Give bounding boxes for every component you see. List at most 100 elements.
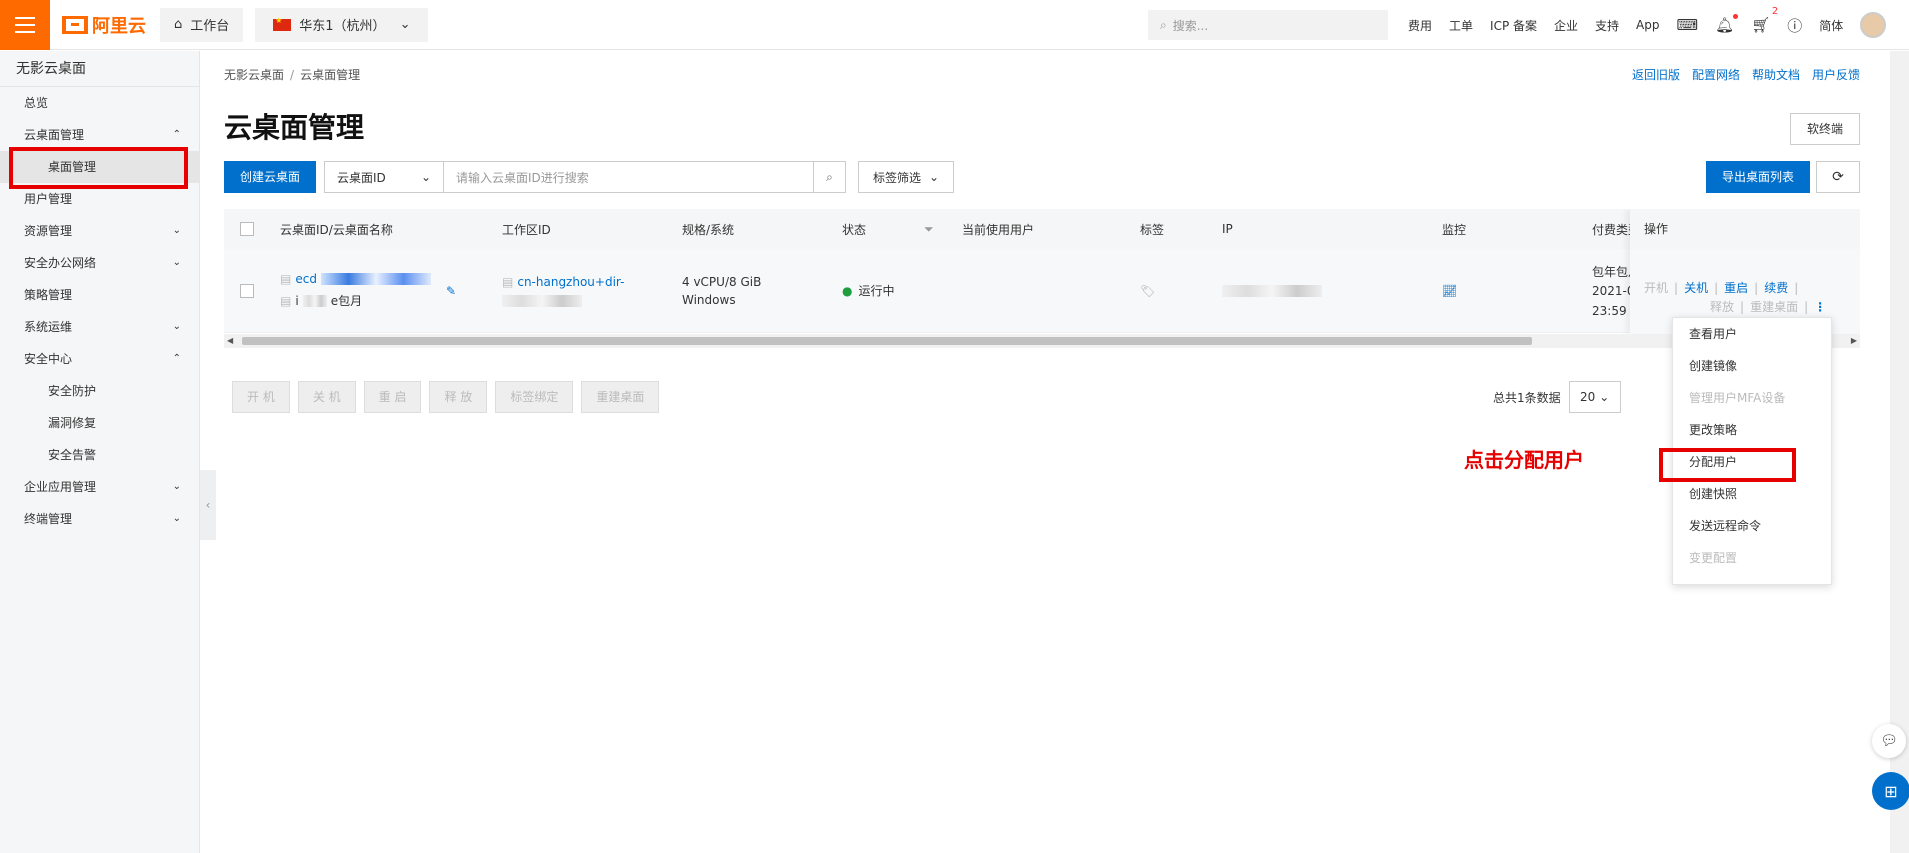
nav-link-app[interactable]: App xyxy=(1636,18,1659,32)
sidebar-collapse-handle[interactable]: ‹ xyxy=(200,470,216,540)
sidebar-item-label: 企业应用管理 xyxy=(24,480,97,494)
tag-filter-button[interactable]: 标签筛选 ⌄ xyxy=(858,161,955,193)
cart-icon[interactable]: 🛒︎ 2 xyxy=(1751,6,1778,34)
search-field-select[interactable]: 云桌面ID ⌄ xyxy=(324,161,445,193)
link-config-network[interactable]: 配置网络 xyxy=(1692,66,1740,83)
nav-link-icp[interactable]: ICP 备案 xyxy=(1490,17,1537,34)
scroll-right-icon[interactable]: ▶ xyxy=(1851,334,1857,348)
menu-item-change-policy[interactable]: 更改策略 xyxy=(1673,414,1831,446)
sidebar-item-security[interactable]: 安全中心 ⌃ xyxy=(0,343,199,375)
sidebar-item-alerts[interactable]: 安全告警 xyxy=(0,439,199,471)
desktop-name-prefix: i xyxy=(295,293,299,308)
chevron-down-icon: ⌄ xyxy=(172,481,181,492)
menu-item-change-config[interactable]: 变更配置 xyxy=(1673,542,1831,574)
billing-date: 2021-0 xyxy=(1592,283,1635,298)
notification-dot xyxy=(1733,14,1739,19)
workspace-link[interactable]: cn-hangzhou+dir- xyxy=(517,275,624,289)
chat-icon[interactable]: 💬︎ xyxy=(1872,724,1906,758)
more-actions-icon[interactable]: ⋮ xyxy=(1814,300,1826,314)
bulk-stop-button[interactable]: 关 机 xyxy=(297,381,356,413)
apps-grid-icon[interactable]: ⊞ xyxy=(1872,772,1909,810)
bulk-tag-button[interactable]: 标签绑定 xyxy=(495,381,574,413)
sidebar-item-policy[interactable]: 策略管理 xyxy=(0,279,199,311)
scroll-left-icon[interactable]: ◀ xyxy=(227,334,233,348)
renew-link[interactable]: 续费 xyxy=(1764,279,1788,296)
menu-item-mfa[interactable]: 管理用户MFA设备 xyxy=(1673,382,1831,414)
sidebar-item-vuln[interactable]: 漏洞修复 xyxy=(0,407,199,439)
desktop-id-link[interactable]: ecd xyxy=(295,272,317,286)
cart-badge: 2 xyxy=(1771,6,1779,17)
sidebar-item-network[interactable]: 安全办公网络 ⌄ xyxy=(0,247,199,279)
bulk-release-button[interactable]: 释 放 xyxy=(429,381,488,413)
page-size-value: 20 xyxy=(1579,390,1596,404)
nav-link-enterprise[interactable]: 企业 xyxy=(1554,17,1578,34)
export-desktop-list-button[interactable]: 导出桌面列表 xyxy=(1705,161,1810,193)
search-icon: ⌕ xyxy=(1160,17,1167,32)
terminal-icon[interactable]: ⌨ xyxy=(1677,16,1699,34)
nav-link-ticket[interactable]: 工单 xyxy=(1449,17,1473,34)
sidebar-item-protection[interactable]: 安全防护 xyxy=(0,375,199,407)
menu-item-create-snapshot[interactable]: 创建快照 xyxy=(1673,478,1831,510)
redacted-id xyxy=(320,273,431,285)
tag-icon[interactable]: 🏷︎ xyxy=(1140,249,1155,332)
nav-link-support[interactable]: 支持 xyxy=(1595,17,1619,34)
row-checkbox[interactable] xyxy=(240,249,254,332)
avatar[interactable] xyxy=(1860,12,1887,38)
sidebar-item-label: 云桌面管理 xyxy=(24,128,85,142)
stop-link[interactable]: 关机 xyxy=(1684,279,1708,296)
reboot-link[interactable]: 重启 xyxy=(1724,279,1748,296)
table-horizontal-scrollbar[interactable]: ◀ ▶ xyxy=(224,334,1860,348)
desktop-search-input[interactable]: 请输入云桌面ID进行搜索 xyxy=(444,161,815,193)
copy-icon[interactable]: ▤ xyxy=(280,272,291,286)
select-all-checkbox[interactable] xyxy=(240,209,254,249)
region-selector[interactable]: 华东1（杭州） ⌄ xyxy=(255,7,429,42)
menu-item-view-users[interactable]: 查看用户 xyxy=(1673,318,1831,350)
col-header-workspace: 工作区ID xyxy=(502,222,551,237)
sidebar-item-label: 安全防护 xyxy=(48,384,97,398)
refresh-icon[interactable]: ⟳ xyxy=(1816,161,1860,193)
sidebar-item-label: 终端管理 xyxy=(24,512,73,526)
copy-icon[interactable]: ▤ xyxy=(280,294,291,308)
search-button[interactable]: ⌕ xyxy=(814,161,847,193)
sidebar-item-terminals[interactable]: 终端管理 ⌄ xyxy=(0,503,199,535)
bulk-start-button[interactable]: 开 机 xyxy=(232,381,290,413)
start-link[interactable]: 开机 xyxy=(1644,279,1668,296)
bulk-rebuild-button[interactable]: 重建桌面 xyxy=(581,381,660,413)
link-help-docs[interactable]: 帮助文档 xyxy=(1752,66,1800,83)
monitor-chart-icon[interactable]: 📈︎ xyxy=(1442,249,1457,332)
hamburger-menu-icon[interactable] xyxy=(0,0,50,50)
chevron-down-icon: ⌄ xyxy=(399,17,411,32)
sidebar-item-apps[interactable]: 企业应用管理 ⌄ xyxy=(0,471,199,503)
menu-item-create-image[interactable]: 创建镜像 xyxy=(1673,350,1831,382)
highlight-box-assign-user xyxy=(1659,448,1796,482)
global-search-input[interactable]: ⌕ 搜索... xyxy=(1148,10,1388,40)
edit-icon[interactable]: ✎ xyxy=(446,249,456,332)
page-size-select[interactable]: 20 ⌄ xyxy=(1568,381,1621,413)
scrollbar-thumb[interactable] xyxy=(242,337,1532,345)
sidebar-item-resources[interactable]: 资源管理 ⌄ xyxy=(0,215,199,247)
sidebar-item-overview[interactable]: 总览 xyxy=(0,87,199,119)
rebuild-link[interactable]: 重建桌面 xyxy=(1750,298,1798,315)
create-desktop-button[interactable]: 创建云桌面 xyxy=(224,161,317,193)
bell-icon[interactable]: 🔔︎ xyxy=(1715,14,1739,34)
sidebar-item-ops[interactable]: 系统运维 ⌄ xyxy=(0,311,199,343)
tag-filter-label: 标签筛选 xyxy=(873,170,922,185)
workbench-button[interactable]: ⌂ 工作台 xyxy=(160,7,244,42)
help-icon[interactable]: ⓘ xyxy=(1787,15,1802,36)
col-header-id: 云桌面ID/云桌面名称 xyxy=(280,222,393,237)
release-link[interactable]: 释放 xyxy=(1710,298,1734,315)
link-old-version[interactable]: 返回旧版 xyxy=(1632,66,1680,83)
link-feedback[interactable]: 用户反馈 xyxy=(1812,66,1860,83)
copy-icon[interactable]: ▤ xyxy=(502,275,513,289)
filter-icon[interactable]: ⏷ xyxy=(924,209,934,249)
col-header-ip: IP xyxy=(1222,222,1233,236)
bulk-reboot-button[interactable]: 重 启 xyxy=(363,381,422,413)
language-switch[interactable]: 简体 xyxy=(1819,17,1843,34)
nav-link-billing[interactable]: 费用 xyxy=(1408,17,1432,34)
aliyun-logo[interactable]: 阿里云 xyxy=(62,12,146,38)
soft-terminal-button[interactable]: 软终端 xyxy=(1789,113,1860,145)
menu-item-remote-command[interactable]: 发送远程命令 xyxy=(1673,510,1831,542)
desktop-name-suffix: e包月 xyxy=(330,294,363,308)
breadcrumb: 无影云桌面 / 云桌面管理 xyxy=(224,66,360,83)
breadcrumb-item[interactable]: 无影云桌面 xyxy=(224,68,284,82)
